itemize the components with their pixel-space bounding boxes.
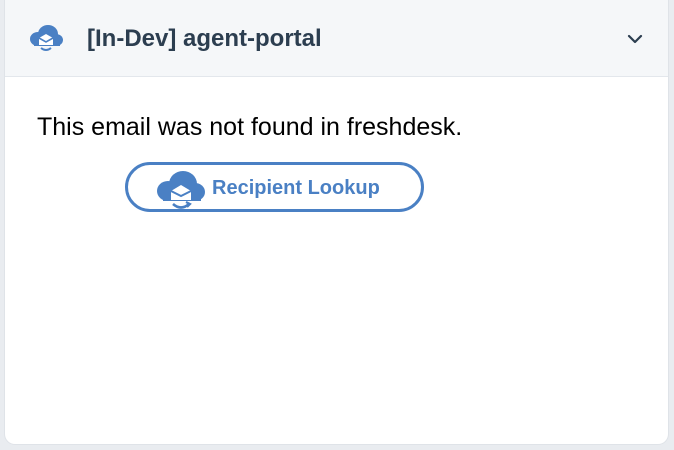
app-title: [In-Dev] agent-portal	[87, 25, 322, 52]
app-card: [In-Dev] agent-portal This email was not…	[5, 0, 668, 444]
card-header[interactable]: [In-Dev] agent-portal	[5, 0, 668, 77]
recipient-lookup-label: Recipient Lookup	[212, 177, 380, 199]
cloud-mail-icon	[28, 24, 64, 52]
not-found-message: This email was not found in freshdesk.	[37, 113, 463, 141]
cloud-mail-icon	[155, 169, 207, 211]
recipient-lookup-button[interactable]: Recipient Lookup	[125, 162, 424, 212]
chevron-down-icon[interactable]	[625, 30, 645, 48]
